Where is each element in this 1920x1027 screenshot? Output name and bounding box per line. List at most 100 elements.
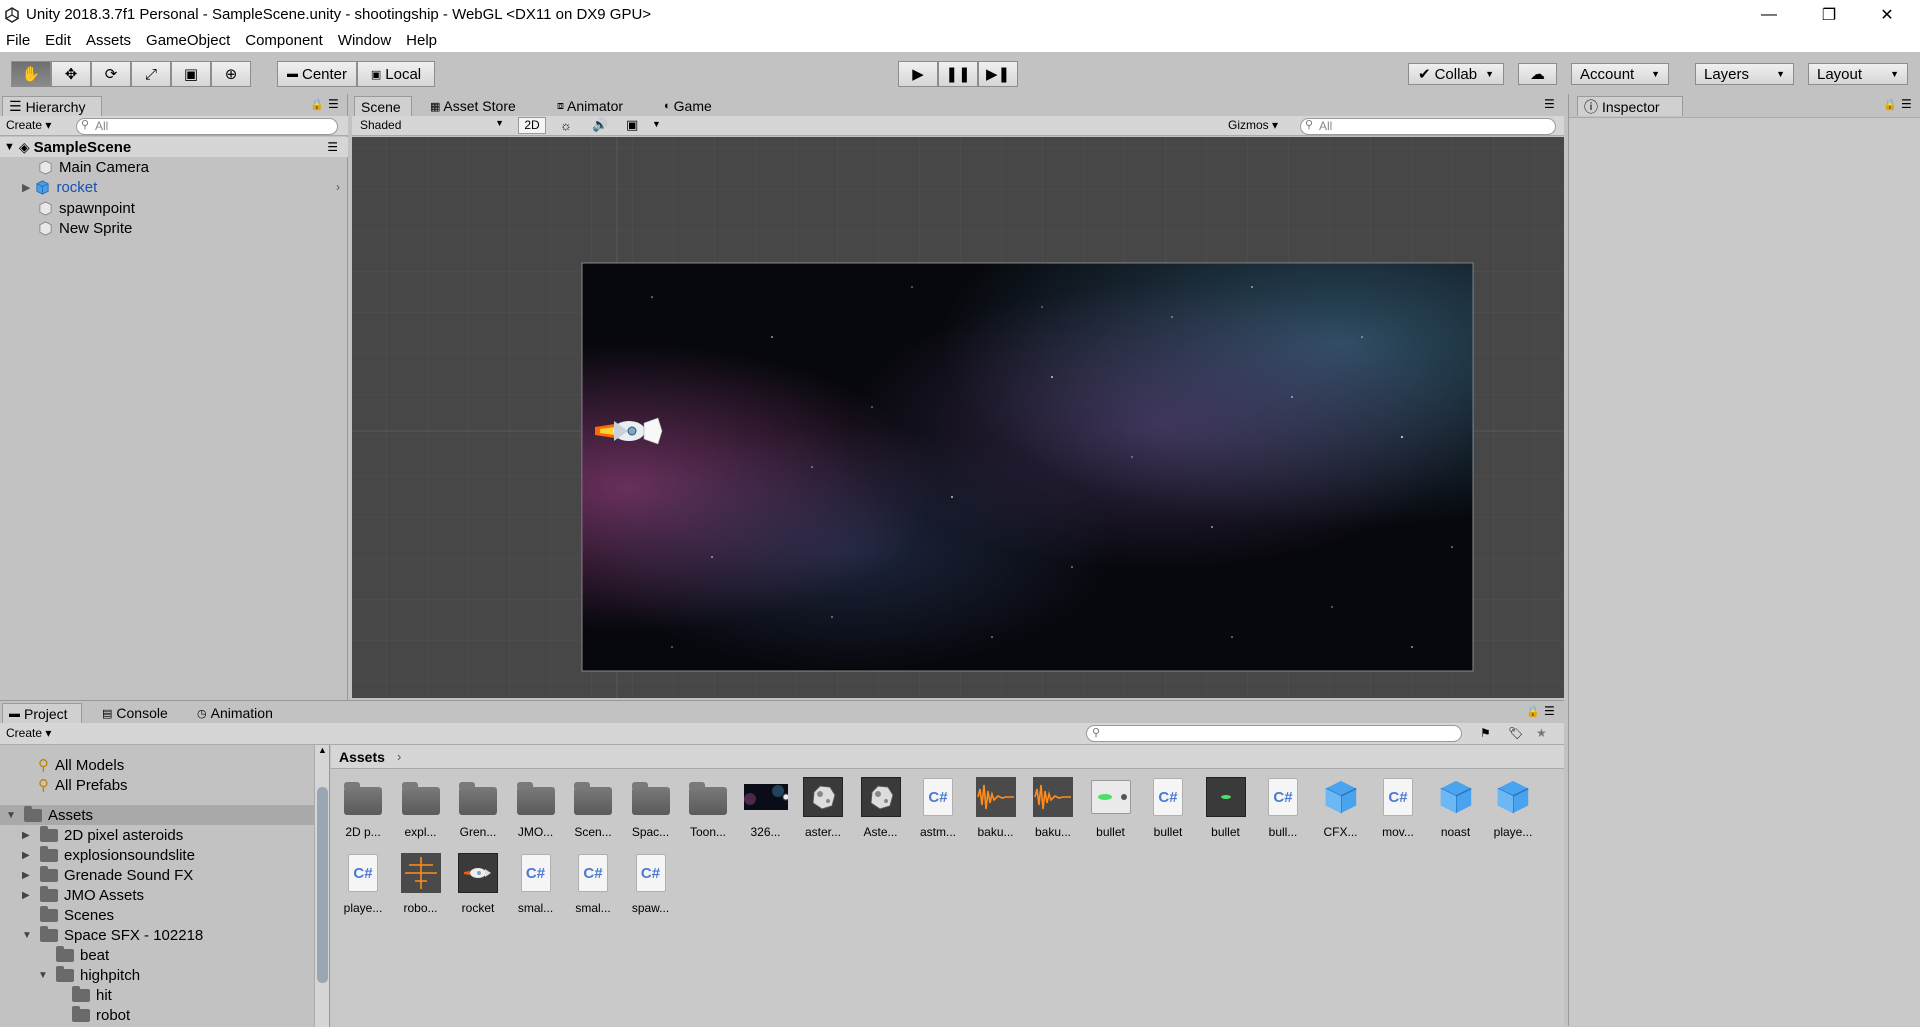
asset-tile[interactable]: Gren...: [448, 777, 508, 839]
asset-tile[interactable]: Aste...: [851, 777, 911, 839]
asset-tile[interactable]: C# bull...: [1253, 777, 1313, 839]
asset-tile[interactable]: playe...: [1483, 777, 1543, 839]
rect-tool-button[interactable]: ▣: [171, 61, 211, 87]
asset-tile[interactable]: CFX...: [1311, 777, 1371, 839]
asset-tile[interactable]: C# spaw...: [621, 853, 681, 915]
pause-button[interactable]: ❚❚: [938, 61, 978, 87]
collapse-triangle-icon[interactable]: ▶: [22, 830, 34, 841]
minimize-button[interactable]: —: [1740, 0, 1798, 29]
rotate-tool-button[interactable]: ⟳: [91, 61, 131, 87]
tab-project[interactable]: ▬ Project: [2, 703, 82, 723]
lock-icon[interactable]: 🔒: [1883, 98, 1897, 111]
move-tool-button[interactable]: ✥: [51, 61, 91, 87]
expand-triangle-icon[interactable]: ▼: [4, 141, 15, 153]
lighting-icon[interactable]: ☼: [560, 118, 572, 133]
step-button[interactable]: ▶❚: [978, 61, 1018, 87]
asset-tile[interactable]: 326...: [736, 777, 796, 839]
close-button[interactable]: ✕: [1858, 0, 1916, 29]
asset-tile[interactable]: expl...: [391, 777, 451, 839]
scrollbar-thumb[interactable]: [317, 787, 328, 983]
folder-tree-item[interactable]: ▼ Space SFX - 102218: [0, 925, 314, 945]
scene-search-input[interactable]: All: [1300, 118, 1556, 135]
hierarchy-item[interactable]: Main Camera: [0, 157, 348, 177]
asset-tile[interactable]: JMO...: [506, 777, 566, 839]
chevron-down-icon[interactable]: ▼: [652, 119, 661, 129]
menu-edit[interactable]: Edit: [45, 32, 71, 49]
panel-menu-icon[interactable]: ☰: [1544, 704, 1555, 718]
project-search-input[interactable]: [1086, 725, 1462, 742]
asset-tile[interactable]: C# smal...: [506, 853, 566, 915]
pivot-local-button[interactable]: ▣ Local: [357, 61, 435, 87]
cloud-button[interactable]: ☁: [1518, 63, 1557, 85]
menu-window[interactable]: Window: [338, 32, 391, 49]
asset-tile[interactable]: noast: [1426, 777, 1486, 839]
chevron-right-icon[interactable]: ›: [336, 180, 340, 194]
tab-scene[interactable]: Scene: [354, 96, 412, 116]
lock-icon[interactable]: 🔒: [1526, 705, 1540, 718]
tab-console[interactable]: ▤ Console: [96, 703, 174, 723]
menu-file[interactable]: File: [6, 32, 30, 49]
filter-type-icon[interactable]: ⚑: [1480, 726, 1491, 740]
lock-icon[interactable]: 🔒: [310, 98, 324, 111]
tab-hierarchy[interactable]: ☰ Hierarchy: [2, 96, 102, 116]
favorite-star-icon[interactable]: ★: [1536, 726, 1547, 740]
expand-triangle-icon[interactable]: ▼: [6, 810, 18, 821]
collab-dropdown[interactable]: ✔ Collab ▼: [1408, 63, 1504, 85]
scene-menu-icon[interactable]: ☰: [327, 140, 338, 154]
hand-tool-button[interactable]: ✋: [11, 61, 51, 87]
shading-mode-dropdown[interactable]: Shaded ▼: [360, 118, 508, 132]
hierarchy-item[interactable]: ▶ rocket ›: [0, 177, 348, 197]
folder-tree-item[interactable]: robot: [0, 1005, 314, 1025]
folder-tree-item[interactable]: hit: [0, 985, 314, 1005]
effects-icon[interactable]: ▣: [626, 117, 638, 133]
maximize-button[interactable]: ❐: [1800, 0, 1858, 29]
hierarchy-scene-row[interactable]: ▼ ◈ SampleScene ☰: [0, 137, 348, 157]
expand-triangle-icon[interactable]: ▶: [22, 181, 30, 194]
asset-tile[interactable]: C# mov...: [1368, 777, 1428, 839]
project-create-dropdown[interactable]: Create ▾: [6, 726, 51, 740]
pivot-center-button[interactable]: ▬ Center: [277, 61, 357, 87]
asset-tile[interactable]: Toon...: [678, 777, 738, 839]
hierarchy-item[interactable]: spawnpoint: [0, 198, 348, 218]
filter-label-icon[interactable]: 🏷: [1508, 726, 1523, 740]
asset-tile[interactable]: bullet: [1081, 777, 1141, 839]
hierarchy-item[interactable]: New Sprite: [0, 218, 348, 238]
asset-tile[interactable]: Scen...: [563, 777, 623, 839]
expand-triangle-icon[interactable]: ▼: [22, 930, 34, 941]
panel-menu-icon[interactable]: ☰: [328, 97, 339, 111]
asset-tile[interactable]: C# bullet: [1138, 777, 1198, 839]
asset-tile[interactable]: rocket: [448, 853, 508, 915]
scene-viewport[interactable]: [352, 137, 1564, 698]
asset-tile[interactable]: C# astm...: [908, 777, 968, 839]
folder-tree-item[interactable]: ▶ explosionsoundslite: [0, 845, 314, 865]
asset-tile[interactable]: C# playe...: [333, 853, 393, 915]
collapse-triangle-icon[interactable]: ▶: [22, 850, 34, 861]
tab-inspector[interactable]: ⓘ Inspector: [1577, 96, 1683, 116]
menu-assets[interactable]: Assets: [86, 32, 131, 49]
panel-menu-icon[interactable]: ☰: [1901, 97, 1912, 111]
favorite-item[interactable]: ⚲ All Models: [0, 755, 315, 775]
transform-tool-button[interactable]: ⊕: [211, 61, 251, 87]
asset-tile[interactable]: C# smal...: [563, 853, 623, 915]
tab-animator[interactable]: ⧈ Animator: [551, 96, 629, 116]
asset-tile[interactable]: bullet: [1196, 777, 1256, 839]
menu-help[interactable]: Help: [406, 32, 437, 49]
asset-tile[interactable]: 2D p...: [333, 777, 393, 839]
hierarchy-search-input[interactable]: All: [76, 118, 338, 135]
menu-gameobject[interactable]: GameObject: [146, 32, 230, 49]
asset-tile[interactable]: aster...: [793, 777, 853, 839]
tab-game[interactable]: ◐ Game: [658, 96, 718, 116]
asset-tile[interactable]: robo...: [391, 853, 451, 915]
tree-scrollbar[interactable]: ▲: [314, 745, 329, 1027]
gizmos-dropdown[interactable]: Gizmos ▾: [1228, 118, 1278, 132]
folder-tree-item[interactable]: Scenes: [0, 905, 314, 925]
account-dropdown[interactable]: Account ▼: [1571, 63, 1669, 85]
collapse-triangle-icon[interactable]: ▶: [22, 890, 34, 901]
asset-tile[interactable]: Spac...: [621, 777, 681, 839]
panel-menu-icon[interactable]: ☰: [1544, 97, 1555, 111]
folder-tree-item[interactable]: ▼ highpitch: [0, 965, 314, 985]
play-button[interactable]: ▶: [898, 61, 938, 87]
folder-tree-item[interactable]: ▶ 2D pixel asteroids: [0, 825, 314, 845]
asset-tile[interactable]: baku...: [966, 777, 1026, 839]
tab-animation[interactable]: ◷ Animation: [191, 703, 279, 723]
